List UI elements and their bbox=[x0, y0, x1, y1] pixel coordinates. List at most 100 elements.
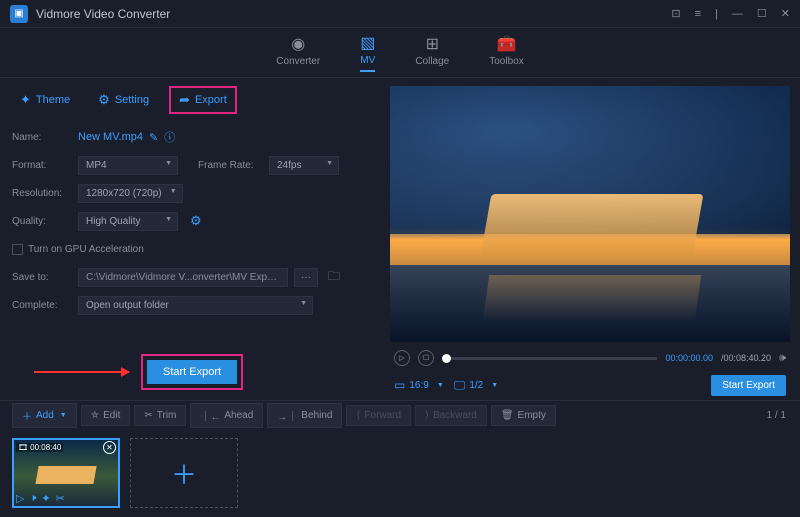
framerate-select[interactable]: 24fps bbox=[269, 156, 339, 175]
gpu-label: Turn on GPU Acceleration bbox=[28, 244, 144, 255]
subtab-setting-label: Setting bbox=[115, 94, 149, 106]
subtab-export[interactable]: ➦ Export bbox=[169, 86, 237, 114]
preview-start-export-button[interactable]: Start Export bbox=[711, 375, 786, 396]
trim-button[interactable]: ✂Trim bbox=[134, 405, 186, 426]
thumb-duration: 🎞00:08:40 bbox=[16, 443, 63, 452]
tab-toolbox-label: Toolbox bbox=[489, 56, 523, 67]
chevron-down-icon: ▼ bbox=[437, 382, 444, 389]
complete-label: Complete: bbox=[12, 300, 72, 311]
forward-icon: ⟨ bbox=[356, 410, 360, 421]
tab-mv[interactable]: ▧ MV bbox=[360, 33, 375, 72]
theme-icon: ✦ bbox=[20, 92, 31, 108]
subtab-export-label: Export bbox=[195, 94, 227, 106]
divider: | bbox=[715, 8, 718, 20]
framerate-label: Frame Rate: bbox=[198, 160, 263, 171]
add-button[interactable]: ＋Add▼ bbox=[12, 403, 77, 428]
thumb-trim-icon[interactable]: ✂ bbox=[56, 492, 65, 505]
saveto-browse-button[interactable]: ··· bbox=[294, 268, 318, 287]
stop-button[interactable]: ☐ bbox=[418, 350, 434, 366]
tab-mv-label: MV bbox=[360, 55, 375, 66]
video-preview[interactable] bbox=[390, 86, 790, 342]
left-panel: ✦ Theme ⚙ Setting ➦ Export Name: New MV.… bbox=[0, 78, 385, 400]
current-time: 00:00:00.00 bbox=[665, 353, 713, 363]
format-label: Format: bbox=[12, 160, 72, 171]
toolbox-icon: 🧰 bbox=[497, 34, 517, 54]
play-button[interactable]: ▷ bbox=[394, 350, 410, 366]
titlebar: ▣ Vidmore Video Converter ⊡ ≡ | ― ☐ ✕ bbox=[0, 0, 800, 28]
timeline[interactable] bbox=[442, 357, 657, 360]
close-icon[interactable]: ✕ bbox=[781, 7, 790, 20]
start-export-button[interactable]: Start Export bbox=[147, 360, 237, 384]
add-clip-slot[interactable]: ＋ bbox=[130, 438, 238, 508]
main-tabs: ◉ Converter ▧ MV ⊞ Collage 🧰 Toolbox bbox=[0, 28, 800, 78]
clip-toolbar: ＋Add▼ ✮Edit ✂Trim ｜←Ahead →｜Behind ⟨Forw… bbox=[0, 400, 800, 430]
play-controls: ▷ ☐ 00:00:00.00 /00:08:40.20 🕪 bbox=[390, 346, 790, 370]
export-icon: ➦ bbox=[179, 92, 190, 108]
saveto-path[interactable]: C:\Vidmore\Vidmore V...onverter\MV Expor… bbox=[78, 268, 288, 287]
feedback-icon[interactable]: ⊡ bbox=[671, 7, 680, 20]
tab-toolbox[interactable]: 🧰 Toolbox bbox=[489, 34, 523, 71]
mv-subtabs: ✦ Theme ⚙ Setting ➦ Export bbox=[0, 78, 385, 122]
app-title: Vidmore Video Converter bbox=[36, 7, 671, 21]
mv-icon: ▧ bbox=[360, 33, 375, 53]
plus-icon: ＋ bbox=[22, 408, 32, 423]
start-export-highlight: Start Export bbox=[141, 354, 243, 390]
behind-button[interactable]: →｜Behind bbox=[267, 403, 342, 428]
trash-icon: 🗑 bbox=[501, 410, 514, 421]
page-indicator: 1 / 1 bbox=[767, 410, 786, 421]
quality-label: Quality: bbox=[12, 216, 72, 227]
total-time: /00:08:40.20 bbox=[721, 353, 771, 363]
film-icon: 🎞 bbox=[18, 443, 28, 452]
collage-icon: ⊞ bbox=[426, 34, 439, 54]
thumb-remove-icon[interactable]: ✕ bbox=[103, 441, 116, 454]
empty-button[interactable]: 🗑Empty bbox=[491, 405, 556, 426]
subtab-setting[interactable]: ⚙ Setting bbox=[90, 88, 157, 112]
move-ahead-icon: ｜← bbox=[200, 408, 220, 423]
name-value[interactable]: New MV.mp4 bbox=[78, 131, 143, 143]
quality-settings-icon[interactable]: ⚙ bbox=[190, 213, 202, 229]
aspect-icon: ▭ bbox=[394, 378, 405, 392]
menu-icon[interactable]: ≡ bbox=[695, 8, 701, 20]
thumb-mute-icon[interactable]: 🕨 bbox=[29, 492, 36, 505]
thumb-effects-icon[interactable]: ✦ bbox=[41, 492, 50, 505]
volume-icon[interactable]: 🕪 bbox=[779, 352, 786, 365]
gear-icon: ⚙ bbox=[98, 92, 110, 108]
open-folder-icon[interactable]: 🗀 bbox=[328, 267, 340, 288]
tab-collage[interactable]: ⊞ Collage bbox=[415, 34, 449, 71]
ahead-button[interactable]: ｜←Ahead bbox=[190, 403, 263, 428]
backward-button[interactable]: ⟩Backward bbox=[415, 405, 487, 426]
info-icon[interactable]: ⓘ bbox=[164, 129, 175, 145]
gpu-checkbox[interactable]: Turn on GPU Acceleration bbox=[12, 244, 144, 255]
edit-button[interactable]: ✮Edit bbox=[81, 405, 131, 426]
scissors-icon: ✂ bbox=[144, 410, 152, 421]
titlebar-controls: ⊡ ≡ | ― ☐ ✕ bbox=[671, 7, 790, 20]
tab-collage-label: Collage bbox=[415, 56, 449, 67]
minimize-icon[interactable]: ― bbox=[732, 8, 743, 20]
right-panel: ▷ ☐ 00:00:00.00 /00:08:40.20 🕪 ▭ 16:9 ▼ … bbox=[385, 78, 800, 400]
clip-thumbnail[interactable]: 🎞00:08:40 ✕ ▷ 🕨 ✦ ✂ bbox=[12, 438, 120, 508]
monitor-icon: 🖵 bbox=[454, 378, 466, 393]
chevron-down-icon: ▼ bbox=[60, 412, 67, 419]
wand-icon: ✮ bbox=[91, 410, 99, 421]
aspect-ratio-select[interactable]: ▭ 16:9 ▼ bbox=[394, 378, 444, 392]
split-select[interactable]: 🖵 1/2 ▼ bbox=[454, 378, 498, 393]
converter-icon: ◉ bbox=[291, 34, 305, 54]
thumb-play-icon[interactable]: ▷ bbox=[16, 492, 24, 505]
forward-button[interactable]: ⟨Forward bbox=[346, 405, 411, 426]
maximize-icon[interactable]: ☐ bbox=[757, 7, 767, 20]
thumb-actions: ▷ 🕨 ✦ ✂ bbox=[16, 492, 65, 505]
export-form: Name: New MV.mp4 ✎ ⓘ Format: MP4 Frame R… bbox=[0, 122, 385, 394]
resolution-label: Resolution: bbox=[12, 188, 72, 199]
thumbnail-strip: 🎞00:08:40 ✕ ▷ 🕨 ✦ ✂ ＋ bbox=[0, 430, 800, 515]
quality-select[interactable]: High Quality bbox=[78, 212, 178, 231]
backward-icon: ⟩ bbox=[425, 410, 429, 421]
format-select[interactable]: MP4 bbox=[78, 156, 178, 175]
timeline-playhead[interactable] bbox=[442, 354, 451, 363]
subtab-theme[interactable]: ✦ Theme bbox=[12, 88, 78, 112]
name-label: Name: bbox=[12, 132, 72, 143]
resolution-select[interactable]: 1280x720 (720p) bbox=[78, 184, 183, 203]
edit-name-icon[interactable]: ✎ bbox=[149, 131, 158, 144]
complete-select[interactable]: Open output folder bbox=[78, 296, 313, 315]
tab-converter[interactable]: ◉ Converter bbox=[276, 34, 320, 71]
arrow-annotation bbox=[34, 371, 129, 373]
